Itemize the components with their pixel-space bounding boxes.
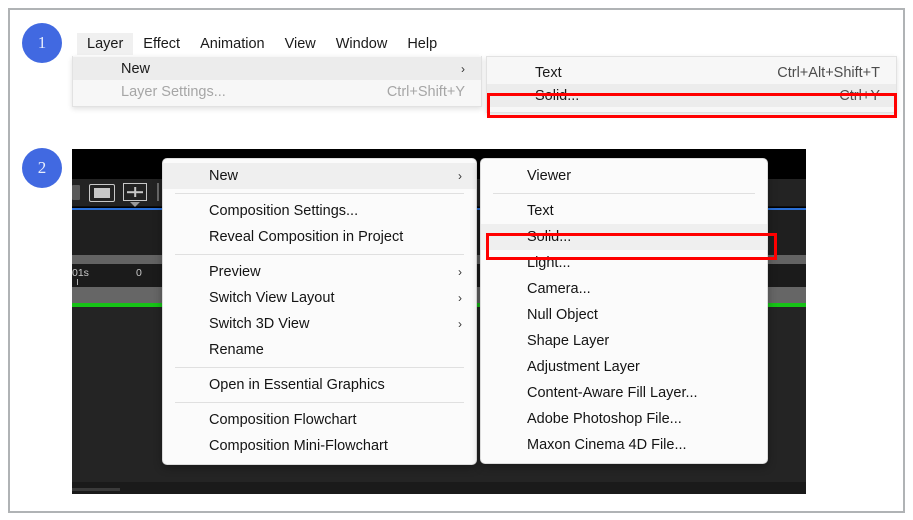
page-frame: 1 Layer Effect Animation View Window Hel… bbox=[8, 8, 905, 513]
toolbar-divider bbox=[157, 183, 159, 201]
context-item-composition-flowchart-label: Composition Flowchart bbox=[209, 412, 357, 428]
context-item-composition-settings[interactable]: Composition Settings... bbox=[163, 198, 476, 224]
context-item-rename-label: Rename bbox=[209, 342, 264, 358]
submenu2-item-viewer[interactable]: Viewer bbox=[481, 163, 767, 189]
chevron-down-icon[interactable] bbox=[130, 202, 140, 207]
context-item-preview-label: Preview bbox=[209, 264, 261, 280]
menubar-item-effect[interactable]: Effect bbox=[133, 33, 190, 55]
menubar-item-animation[interactable]: Animation bbox=[190, 33, 274, 55]
submenu2-item-text-label: Text bbox=[527, 203, 554, 219]
submenu-item-solid-label: Solid... bbox=[535, 87, 580, 104]
menu-item-new-label: New bbox=[121, 60, 151, 77]
region-of-interest-icon[interactable] bbox=[123, 183, 147, 201]
chevron-right-icon: › bbox=[461, 61, 465, 76]
menu-separator bbox=[493, 193, 755, 194]
submenu2-item-solid-label: Solid... bbox=[527, 229, 572, 245]
submenu2-item-light-label: Light... bbox=[527, 255, 571, 271]
submenu2-item-viewer-label: Viewer bbox=[527, 168, 572, 184]
submenu2-item-content-aware-fill-layer[interactable]: Content-Aware Fill Layer... bbox=[481, 380, 767, 406]
context-item-switch-view-layout[interactable]: Switch View Layout › bbox=[163, 285, 476, 311]
panel-menu-icon[interactable] bbox=[72, 185, 80, 200]
submenu-item-text-label: Text bbox=[535, 64, 562, 81]
roi-crosshair-vertical bbox=[134, 187, 136, 197]
context-item-composition-mini-flowchart[interactable]: Composition Mini-Flowchart bbox=[163, 433, 476, 459]
context-item-switch-3d-view-label: Switch 3D View bbox=[209, 316, 310, 332]
submenu2-item-camera-label: Camera... bbox=[527, 281, 591, 297]
context-item-preview[interactable]: Preview › bbox=[163, 259, 476, 285]
menu-separator bbox=[175, 367, 464, 368]
submenu2-item-adobe-photoshop-file-label: Adobe Photoshop File... bbox=[527, 411, 682, 427]
submenu2-item-null-object-label: Null Object bbox=[527, 307, 598, 323]
submenu2-item-shape-layer-label: Shape Layer bbox=[527, 333, 610, 349]
submenu2-item-maxon-cinema-4d-file-label: Maxon Cinema 4D File... bbox=[527, 437, 687, 453]
layer-dropdown-menu: New › Layer Settings... Ctrl+Shift+Y bbox=[72, 56, 482, 107]
submenu2-item-solid[interactable]: Solid... bbox=[481, 224, 767, 250]
context-item-open-in-essential-graphics-label: Open in Essential Graphics bbox=[209, 377, 385, 393]
chevron-right-icon: › bbox=[458, 317, 462, 331]
menu-item-new[interactable]: New › bbox=[73, 57, 481, 80]
menu-separator bbox=[175, 254, 464, 255]
menu-item-layer-settings-accel: Ctrl+Shift+Y bbox=[386, 83, 465, 100]
submenu2-item-camera[interactable]: Camera... bbox=[481, 276, 767, 302]
submenu-item-solid-accel: Ctrl+Y bbox=[839, 87, 880, 104]
submenu2-item-content-aware-fill-layer-label: Content-Aware Fill Layer... bbox=[527, 385, 698, 401]
step-badge-2: 2 bbox=[22, 148, 62, 188]
context-item-new[interactable]: New › bbox=[163, 163, 476, 189]
menubar-item-layer[interactable]: Layer bbox=[77, 33, 134, 55]
context-item-new-label: New bbox=[209, 168, 239, 184]
submenu2-item-adobe-photoshop-file[interactable]: Adobe Photoshop File... bbox=[481, 406, 767, 432]
menubar-item-view[interactable]: View bbox=[275, 33, 326, 55]
chevron-right-icon: › bbox=[458, 169, 462, 183]
chevron-right-icon: › bbox=[458, 265, 462, 279]
composition-context-menu: New › Composition Settings... Reveal Com… bbox=[162, 158, 477, 465]
menubar-item-help[interactable]: Help bbox=[397, 33, 447, 55]
step-badge-1: 1 bbox=[22, 23, 62, 63]
menu-separator bbox=[175, 402, 464, 403]
submenu-item-text-accel: Ctrl+Alt+Shift+T bbox=[777, 64, 880, 81]
menu-item-layer-settings-label: Layer Settings... bbox=[121, 83, 226, 100]
context-item-rename[interactable]: Rename bbox=[163, 337, 476, 363]
submenu2-item-text[interactable]: Text bbox=[481, 198, 767, 224]
submenu-item-solid[interactable]: Solid... Ctrl+Y bbox=[487, 84, 896, 107]
context-item-composition-settings-label: Composition Settings... bbox=[209, 203, 359, 219]
context-item-composition-flowchart[interactable]: Composition Flowchart bbox=[163, 407, 476, 433]
submenu2-item-light[interactable]: Light... bbox=[481, 250, 767, 276]
new-submenu-panel2: Viewer Text Solid... Light... Camera... … bbox=[480, 158, 768, 464]
step-badge-1-label: 1 bbox=[37, 33, 47, 52]
screen-icon[interactable] bbox=[89, 184, 115, 202]
timeline-tick-label-left: 01s bbox=[72, 267, 89, 279]
chevron-right-icon: › bbox=[458, 291, 462, 305]
new-submenu-panel1: Text Ctrl+Alt+Shift+T Solid... Ctrl+Y bbox=[486, 56, 897, 113]
context-item-switch-view-layout-label: Switch View Layout bbox=[209, 290, 335, 306]
submenu2-item-shape-layer[interactable]: Shape Layer bbox=[481, 328, 767, 354]
ae-footer-bar bbox=[72, 482, 806, 494]
timeline-tick-label-right: 0 bbox=[136, 267, 142, 279]
step-badge-2-label: 2 bbox=[37, 158, 47, 177]
menubar-item-window[interactable]: Window bbox=[326, 33, 398, 55]
context-item-switch-3d-view[interactable]: Switch 3D View › bbox=[163, 311, 476, 337]
submenu2-item-null-object[interactable]: Null Object bbox=[481, 302, 767, 328]
submenu2-item-adjustment-layer[interactable]: Adjustment Layer bbox=[481, 354, 767, 380]
menu-item-layer-settings[interactable]: Layer Settings... Ctrl+Shift+Y bbox=[73, 80, 481, 103]
context-item-reveal-composition-in-project[interactable]: Reveal Composition in Project bbox=[163, 224, 476, 250]
menu-separator bbox=[175, 193, 464, 194]
menu-bar: Layer Effect Animation View Window Help bbox=[72, 32, 897, 56]
submenu-item-text[interactable]: Text Ctrl+Alt+Shift+T bbox=[487, 61, 896, 84]
context-item-open-in-essential-graphics[interactable]: Open in Essential Graphics bbox=[163, 372, 476, 398]
submenu2-item-maxon-cinema-4d-file[interactable]: Maxon Cinema 4D File... bbox=[481, 432, 767, 458]
ae-footer-marker bbox=[72, 488, 120, 491]
timeline-tick-mark bbox=[77, 279, 78, 285]
context-item-reveal-composition-in-project-label: Reveal Composition in Project bbox=[209, 229, 404, 245]
submenu2-item-adjustment-layer-label: Adjustment Layer bbox=[527, 359, 640, 375]
context-item-composition-mini-flowchart-label: Composition Mini-Flowchart bbox=[209, 438, 388, 454]
